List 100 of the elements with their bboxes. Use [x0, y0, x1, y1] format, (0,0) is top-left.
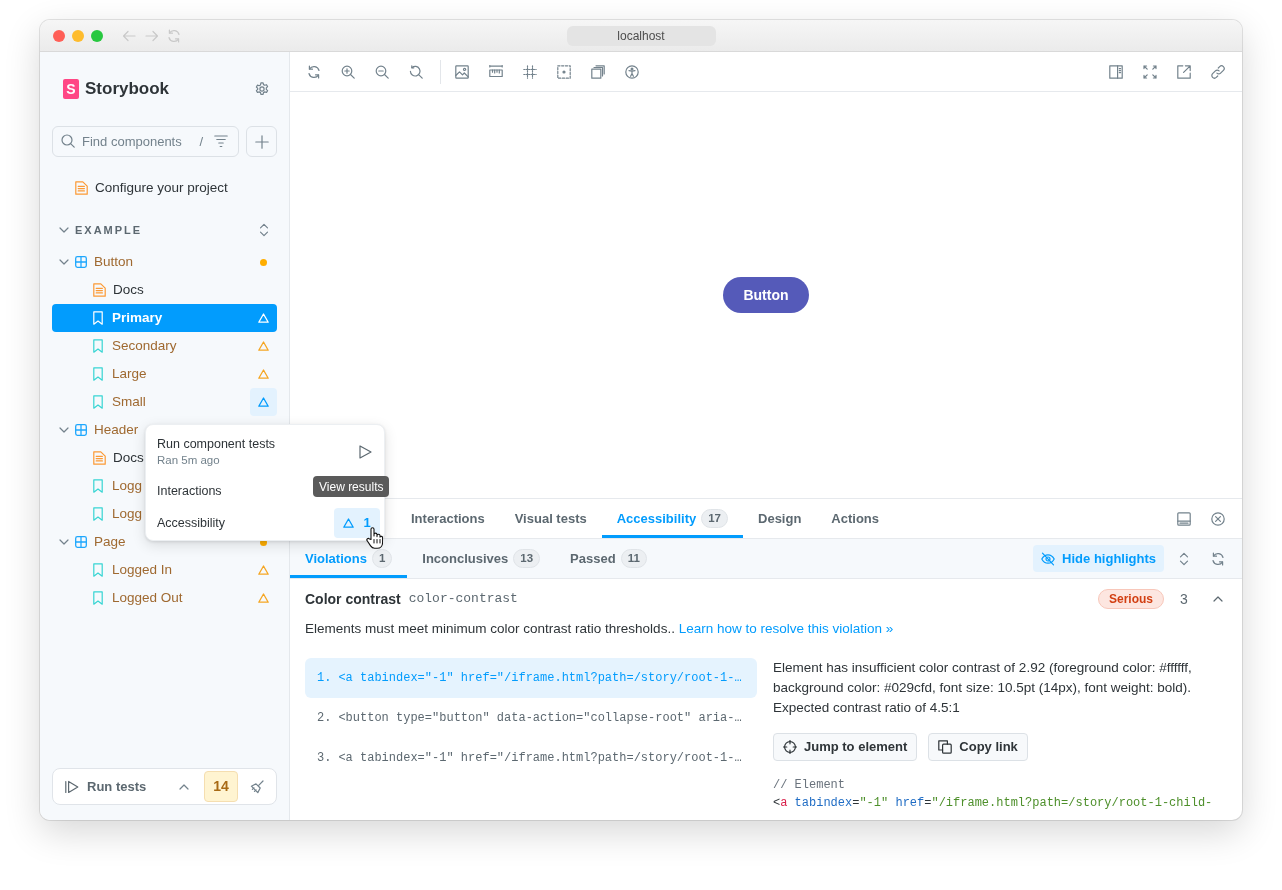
tree-item[interactable]: Page: [59, 530, 126, 554]
tree-item[interactable]: Button: [59, 250, 134, 274]
filter-icon[interactable]: [214, 134, 228, 148]
shortcut-key: /: [199, 132, 203, 151]
bookmark-icon: [93, 479, 103, 493]
copy-link-button[interactable]: Copy link: [928, 733, 1028, 761]
add-button[interactable]: [246, 126, 277, 157]
tree-item[interactable]: Docs: [77, 278, 144, 302]
new-tab-icon[interactable]: [1177, 64, 1191, 79]
tree-item[interactable]: Logg: [77, 474, 143, 498]
tree-item[interactable]: Primary: [52, 304, 277, 332]
plus-icon: [254, 134, 269, 149]
zoom-out-icon[interactable]: [375, 64, 389, 79]
bookmark-icon: [93, 563, 103, 577]
element-item[interactable]: 1. <a tabindex="-1" href="/iframe.html?path=/story/root-1-…: [305, 658, 757, 698]
bookmark-icon: [93, 395, 103, 409]
component-icon: [75, 256, 87, 268]
bookmark-icon: [93, 507, 103, 521]
logo-mark: S: [63, 79, 79, 99]
hide-highlights-button[interactable]: Hide highlights: [1033, 545, 1164, 572]
results-tab[interactable]: Inconclusives 13: [407, 539, 556, 578]
element-count: 3: [1179, 589, 1189, 609]
run-icon: [65, 779, 79, 794]
last-run-time: Ran 5m ago: [157, 453, 221, 468]
test-count-badge[interactable]: 14: [204, 771, 238, 802]
tree-item[interactable]: Header: [59, 418, 139, 442]
stacked-frames-icon[interactable]: [591, 64, 605, 79]
link-icon[interactable]: [1211, 64, 1225, 79]
count-badge: 11: [620, 549, 647, 568]
code-line: // Element: [773, 777, 846, 794]
grid-icon[interactable]: [523, 64, 537, 79]
address-bar[interactable]: localhost: [566, 25, 716, 46]
panel-tab[interactable]: Design: [743, 499, 817, 538]
violation-description: Elements must meet minimum color contrast ratio thresholds.. Learn how to resolve this violation »: [305, 620, 895, 638]
component-icon: [75, 424, 87, 436]
bookmark-icon: [93, 339, 103, 353]
settings-icon[interactable]: [255, 82, 269, 96]
warning-icon: [343, 518, 355, 528]
code-line: <a tabindex="-1" href="/iframe.html?path=/story/root-1-child-: [773, 795, 1214, 812]
menu-title: Run component tests: [157, 436, 276, 452]
rule-id: color-contrast: [408, 590, 518, 609]
violation-title: Color contrast: [305, 589, 401, 609]
status-button[interactable]: [250, 388, 277, 416]
tree-item[interactable]: Logg: [77, 502, 143, 526]
maximize-window-icon[interactable]: [91, 29, 103, 42]
results-tab[interactable]: Passed 11: [555, 539, 662, 578]
document-icon: [75, 181, 88, 195]
accessibility-icon[interactable]: [625, 64, 639, 79]
copy-icon: [938, 740, 953, 754]
play-icon[interactable]: [359, 445, 372, 459]
panel-tab[interactable]: Interactions: [396, 499, 500, 538]
panel-layout-icon[interactable]: [1177, 511, 1191, 526]
brand-name: Storybook: [85, 78, 170, 101]
document-icon: [93, 451, 106, 465]
ruler-icon[interactable]: [489, 64, 503, 79]
component-icon: [75, 536, 87, 548]
impact-badge: Serious: [1098, 589, 1164, 609]
tree-item[interactable]: Small: [77, 390, 146, 414]
element-item[interactable]: 2. <button type="button" data-action="collapse-root" aria-…: [305, 698, 757, 738]
bookmark-icon: [93, 591, 103, 605]
outline-icon[interactable]: [557, 64, 571, 79]
tree-item[interactable]: Docs: [77, 446, 144, 470]
tree-item[interactable]: Logged In: [77, 558, 173, 582]
bookmark-icon: [93, 367, 103, 381]
tree-item[interactable]: Secondary: [77, 334, 177, 358]
refresh-icon[interactable]: [1211, 551, 1225, 566]
bookmark-icon: [93, 311, 103, 325]
zoom-in-icon[interactable]: [341, 64, 355, 79]
count-badge: 1: [371, 549, 393, 568]
zoom-reset-icon[interactable]: [409, 64, 423, 79]
panel-tab[interactable]: Visual tests: [499, 499, 602, 538]
search-icon: [61, 134, 75, 148]
element-item[interactable]: 3. <a tabindex="-1" href="/iframe.html?path=/story/root-1-…: [305, 738, 757, 778]
side-panel-icon[interactable]: [1109, 64, 1123, 79]
chevron-icon[interactable]: [1213, 594, 1223, 604]
resolve-link[interactable]: Learn how to resolve this violation »: [678, 621, 894, 636]
violation-message: Element has insufficient color contrast of 2.92 (foreground color: #ffffff, background color: #029cfd, font size: 10.5pt (14px), font weight: bold). Expected contrast ratio of 4.5:1: [773, 659, 1193, 717]
tree-item[interactable]: Logged Out: [77, 586, 183, 610]
refresh-icon[interactable]: [307, 64, 321, 79]
eye-off-icon: [1041, 551, 1056, 566]
image-icon[interactable]: [455, 64, 469, 79]
tree-item[interactable]: Large: [77, 362, 147, 386]
count-badge: 17: [701, 509, 728, 528]
close-icon[interactable]: [1211, 511, 1225, 526]
tooltip: View results: [313, 476, 390, 497]
results-button[interactable]: 1: [334, 508, 380, 538]
close-window-icon[interactable]: [53, 29, 65, 42]
run-tests-button[interactable]: Run tests: [65, 776, 147, 797]
expand-collapse-icon[interactable]: [1177, 551, 1191, 566]
jump-to-element-button[interactable]: Jump to element: [773, 733, 918, 761]
broom-icon[interactable]: [250, 779, 264, 794]
crosshair-icon: [783, 740, 797, 754]
tree-item[interactable]: Configure your project: [59, 176, 228, 200]
menu-label: Accessibility: [157, 514, 226, 532]
menu-label: Interactions: [157, 482, 222, 500]
fullscreen-icon[interactable]: [1143, 64, 1157, 79]
group-header[interactable]: EXAMPLE: [59, 218, 143, 242]
document-icon: [93, 283, 106, 297]
panel-tab[interactable]: Actions: [816, 499, 895, 538]
preview-button[interactable]: Button: [723, 277, 809, 313]
